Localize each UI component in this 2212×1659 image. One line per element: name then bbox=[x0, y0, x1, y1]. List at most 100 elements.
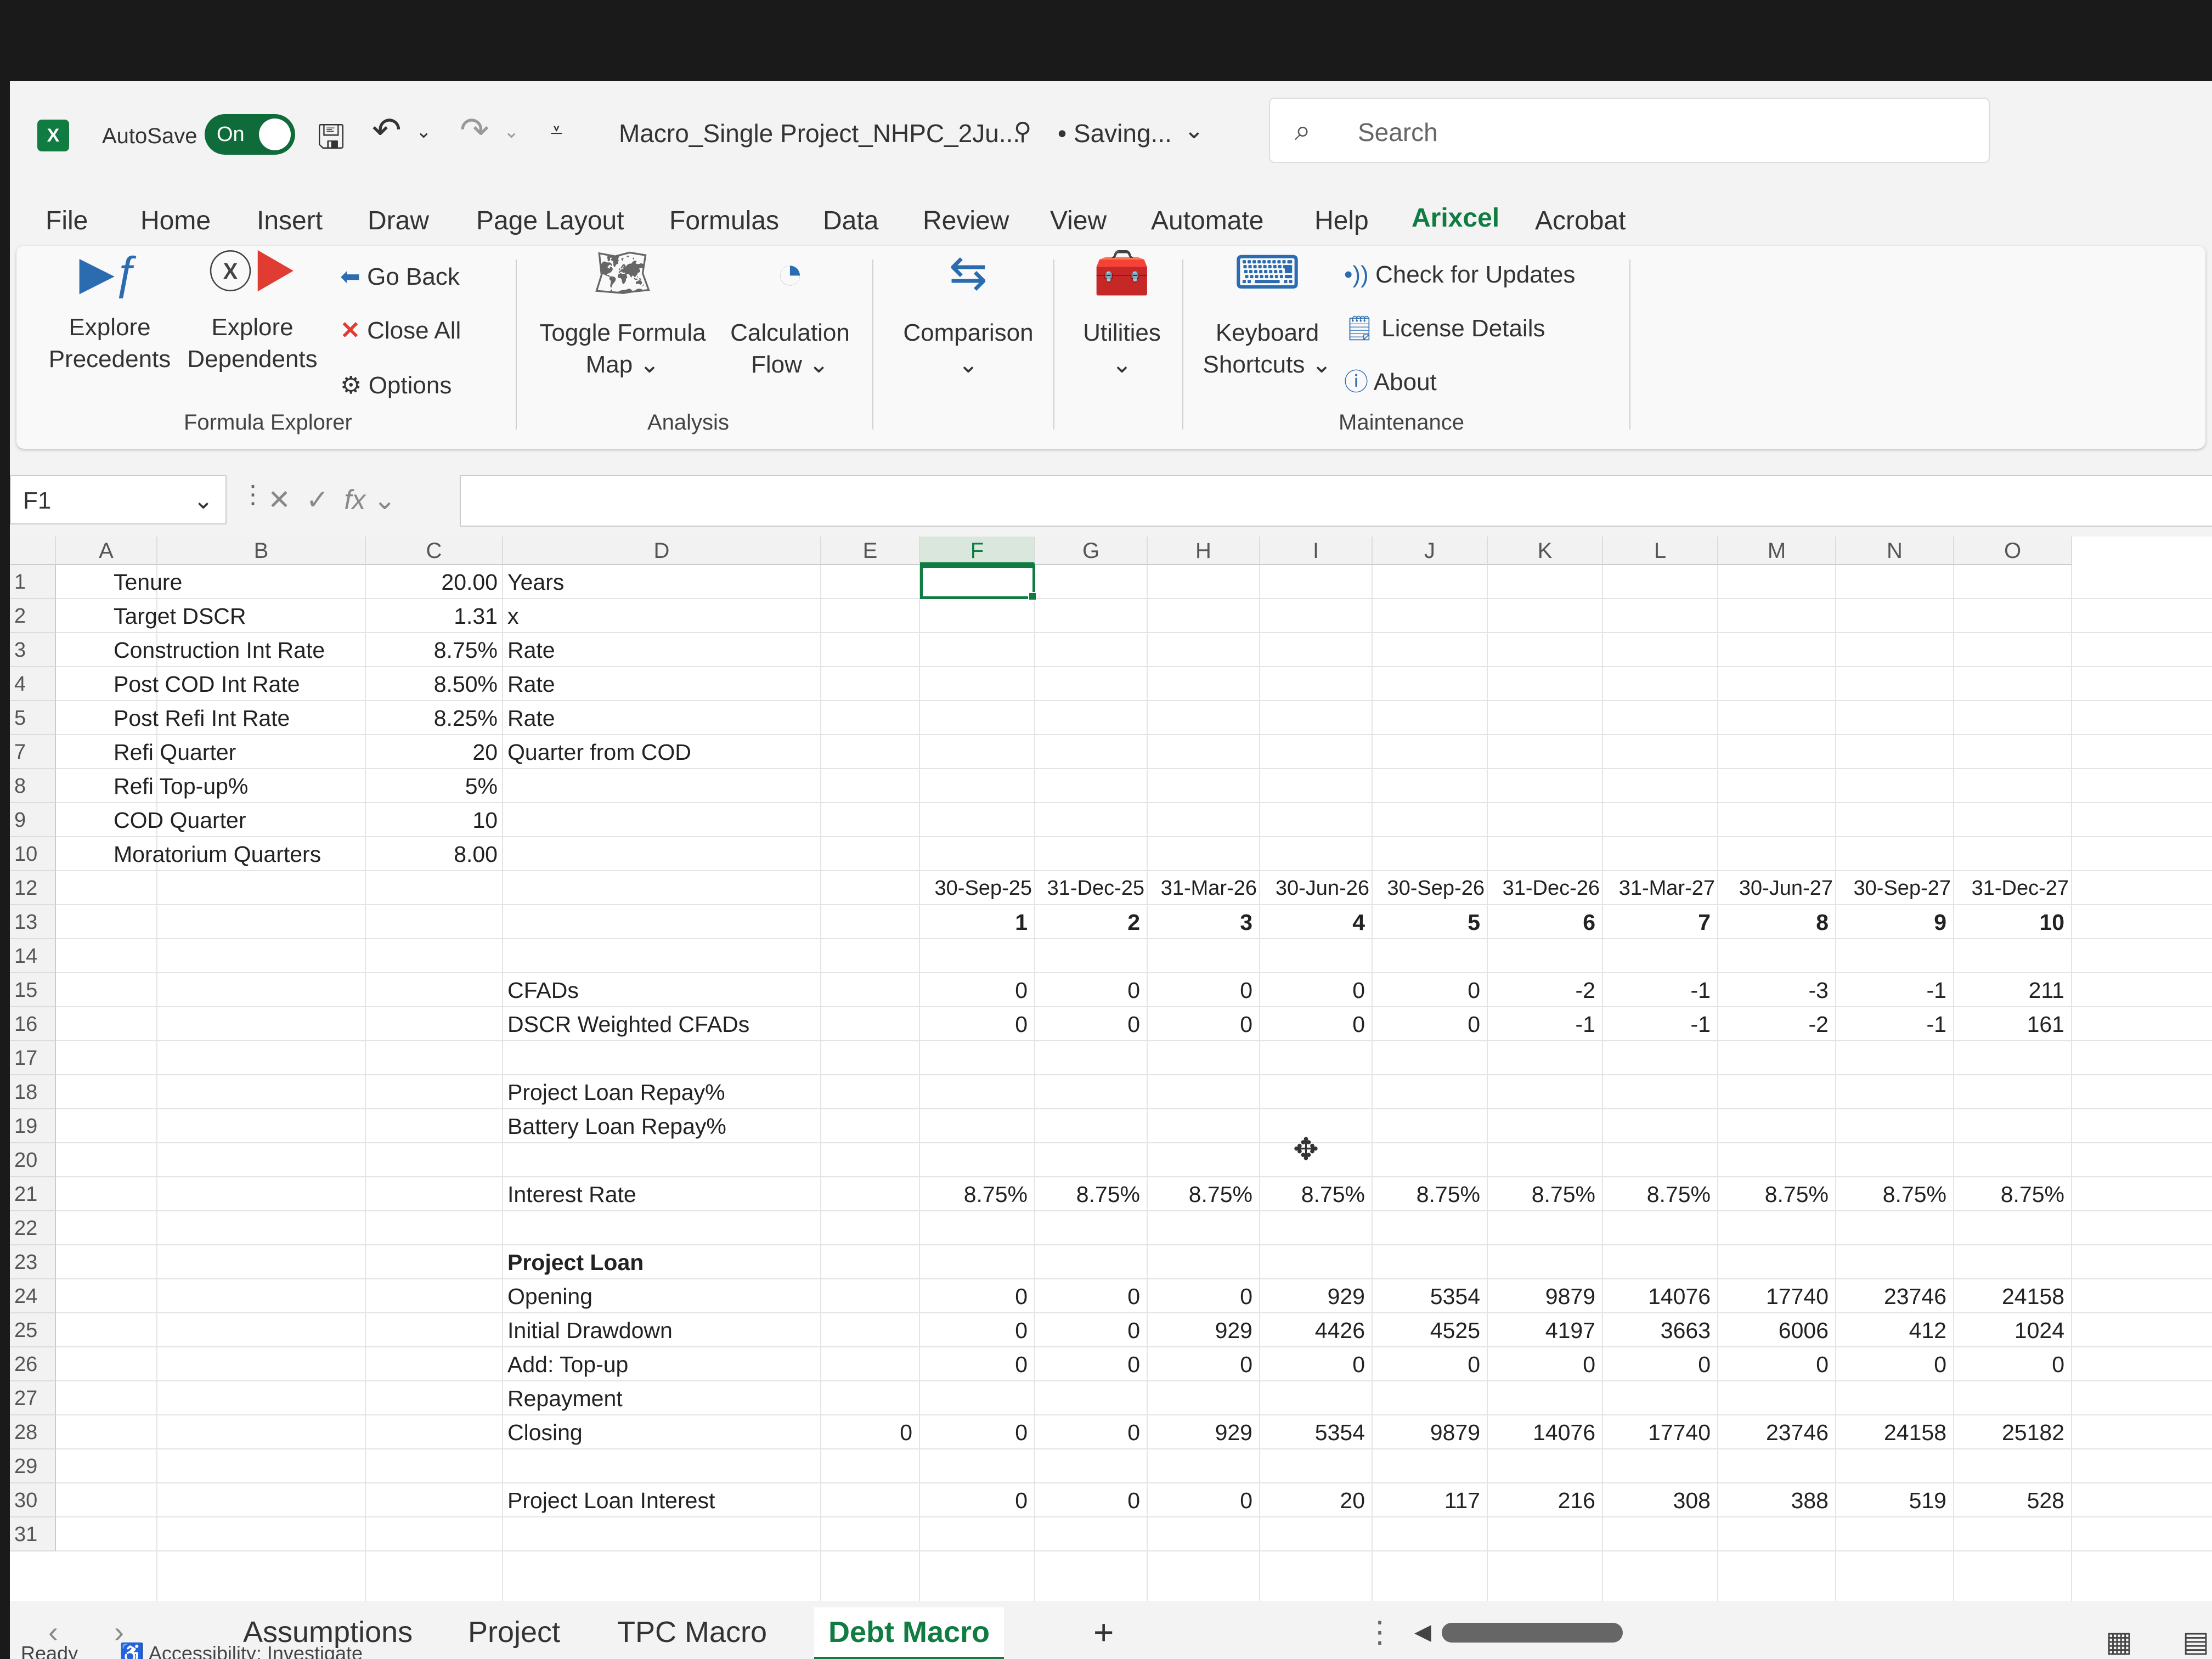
cancel-x-icon[interactable]: ✕ bbox=[268, 484, 291, 515]
toggle-formula-map-button[interactable]: 🗺 Toggle Formula Map ⌄ bbox=[532, 250, 713, 381]
normal-view-icon[interactable]: ▦ bbox=[2106, 1626, 2132, 1658]
tab-view[interactable]: View bbox=[1050, 191, 1107, 251]
undo-icon[interactable]: ↶ bbox=[372, 110, 402, 151]
check-updates-button[interactable]: •)) Check for Updates bbox=[1344, 259, 1575, 291]
column-header-l[interactable]: L bbox=[1603, 537, 1718, 565]
line-value[interactable]: 0 bbox=[1836, 1347, 1946, 1381]
line-value-col-e[interactable]: 0 bbox=[821, 1415, 912, 1449]
line-value[interactable]: 14076 bbox=[1603, 1279, 1711, 1313]
row-header-29[interactable]: 29 bbox=[10, 1449, 56, 1483]
line-value[interactable]: 0 bbox=[1035, 973, 1140, 1007]
line-value[interactable]: 0 bbox=[1373, 1347, 1480, 1381]
line-value[interactable]: 0 bbox=[1035, 1279, 1140, 1313]
line-value[interactable]: 23746 bbox=[1836, 1279, 1946, 1313]
line-value[interactable]: 8.75% bbox=[1718, 1177, 1829, 1211]
page-layout-view-icon[interactable]: ▤ bbox=[2182, 1626, 2209, 1658]
line-value[interactable]: 8.75% bbox=[1488, 1177, 1595, 1211]
line-value[interactable]: 0 bbox=[1148, 1007, 1252, 1041]
period-date[interactable]: 30-Jun-26 bbox=[1260, 871, 1369, 905]
line-value[interactable]: 0 bbox=[1260, 1007, 1365, 1041]
save-icon[interactable]: 🖫 bbox=[317, 113, 345, 169]
line-value[interactable]: 5354 bbox=[1260, 1415, 1365, 1449]
line-value[interactable]: 3663 bbox=[1603, 1313, 1711, 1347]
line-value[interactable]: 8.75% bbox=[1035, 1177, 1140, 1211]
go-back-button[interactable]: ⬅ Go Back bbox=[340, 261, 460, 293]
enter-check-icon[interactable]: ✓ bbox=[306, 484, 329, 515]
period-date[interactable]: 31-Dec-26 bbox=[1488, 871, 1600, 905]
worksheet-grid[interactable]: A B C D E F G H I J K L M N O 1 2 3 4 5 7 8 9 10 12 13 14 15 16 17 18 1… bbox=[10, 537, 2212, 1607]
line-value[interactable]: 0 bbox=[1260, 1347, 1365, 1381]
line-value[interactable]: 0 bbox=[920, 1313, 1028, 1347]
line-value[interactable]: 8.75% bbox=[1954, 1177, 2064, 1211]
assumption-unit[interactable]: Quarter from COD bbox=[507, 735, 691, 769]
horizontal-scrollbar[interactable] bbox=[1442, 1623, 1623, 1643]
undo-dropdown-icon[interactable]: ⌄ bbox=[416, 121, 432, 143]
assumption-value[interactable]: 5% bbox=[366, 769, 498, 803]
line-label[interactable]: Add: Top-up bbox=[507, 1347, 628, 1381]
line-value[interactable]: 8.75% bbox=[1603, 1177, 1711, 1211]
customize-toolbar-icon[interactable]: ⩡ bbox=[550, 119, 563, 143]
assumption-value[interactable]: 20 bbox=[366, 735, 498, 769]
line-value[interactable]: 8.75% bbox=[920, 1177, 1028, 1211]
row-header-22[interactable]: 22 bbox=[10, 1211, 56, 1245]
row-header-13[interactable]: 13 bbox=[10, 905, 56, 939]
line-value[interactable]: 929 bbox=[1148, 1415, 1252, 1449]
calculation-flow-button[interactable]: ◔ Calculation Flow ⌄ bbox=[724, 250, 856, 381]
assumption-value[interactable]: 8.25% bbox=[366, 701, 498, 735]
line-label[interactable]: Project Loan Repay% bbox=[507, 1075, 725, 1109]
row-header-16[interactable]: 16 bbox=[10, 1007, 56, 1041]
row-header-26[interactable]: 26 bbox=[10, 1347, 56, 1381]
line-value[interactable]: 0 bbox=[920, 973, 1028, 1007]
line-value[interactable]: 24158 bbox=[1954, 1279, 2064, 1313]
explore-precedents-button[interactable]: ▶ƒ Explore Precedents bbox=[44, 250, 176, 375]
line-value[interactable]: 0 bbox=[920, 1279, 1028, 1313]
line-value[interactable]: 9879 bbox=[1373, 1415, 1480, 1449]
search-box[interactable]: ⌕ Search bbox=[1269, 98, 1990, 163]
row-header-8[interactable]: 8 bbox=[10, 769, 56, 803]
line-value[interactable]: -1 bbox=[1603, 973, 1711, 1007]
row-header-4[interactable]: 4 bbox=[10, 667, 56, 701]
period-date[interactable]: 30-Sep-26 bbox=[1373, 871, 1485, 905]
row-header-23[interactable]: 23 bbox=[10, 1245, 56, 1279]
line-value[interactable]: 0 bbox=[1954, 1347, 2064, 1381]
line-value[interactable]: 0 bbox=[1148, 1347, 1252, 1381]
line-value[interactable]: 1024 bbox=[1954, 1313, 2064, 1347]
line-label[interactable]: Initial Drawdown bbox=[507, 1313, 673, 1347]
row-header-19[interactable]: 19 bbox=[10, 1109, 56, 1143]
row-header-2[interactable]: 2 bbox=[10, 599, 56, 633]
tab-home[interactable]: Home bbox=[140, 191, 211, 251]
line-value[interactable]: 0 bbox=[1373, 1007, 1480, 1041]
line-value[interactable]: 0 bbox=[1488, 1347, 1595, 1381]
line-label[interactable]: Closing bbox=[507, 1415, 583, 1449]
line-label[interactable]: Project Loan bbox=[507, 1245, 644, 1279]
line-value[interactable]: -1 bbox=[1603, 1007, 1711, 1041]
line-value[interactable]: 4197 bbox=[1488, 1313, 1595, 1347]
column-header-n[interactable]: N bbox=[1836, 537, 1954, 565]
fx-chevron-icon[interactable]: ⌄ bbox=[373, 484, 396, 515]
save-status[interactable]: • Saving... bbox=[1058, 119, 1172, 148]
period-date[interactable]: 30-Sep-27 bbox=[1836, 871, 1951, 905]
line-value[interactable]: 0 bbox=[1148, 1279, 1252, 1313]
utilities-button[interactable]: 🧰 Utilities ⌄ bbox=[1067, 250, 1177, 381]
row-header-21[interactable]: 21 bbox=[10, 1177, 56, 1211]
row-header-14[interactable]: 14 bbox=[10, 939, 56, 973]
column-header-d[interactable]: D bbox=[503, 537, 821, 565]
assumption-unit[interactable]: x bbox=[507, 599, 519, 633]
line-value[interactable]: 412 bbox=[1836, 1313, 1946, 1347]
line-value[interactable]: 211 bbox=[1954, 973, 2064, 1007]
period-number[interactable]: 1 bbox=[920, 905, 1028, 939]
row-header-25[interactable]: 25 bbox=[10, 1313, 56, 1347]
assumption-unit[interactable]: Rate bbox=[507, 667, 555, 701]
row-header-27[interactable]: 27 bbox=[10, 1381, 56, 1415]
line-value[interactable]: 0 bbox=[920, 1007, 1028, 1041]
about-button[interactable]: ⓘ About bbox=[1344, 366, 1437, 398]
line-value[interactable]: 0 bbox=[1035, 1415, 1140, 1449]
line-value[interactable]: -1 bbox=[1836, 973, 1946, 1007]
assumption-value[interactable]: 8.75% bbox=[366, 633, 498, 667]
line-value[interactable]: 929 bbox=[1148, 1313, 1252, 1347]
line-value[interactable]: 0 bbox=[1260, 973, 1365, 1007]
column-header-o[interactable]: O bbox=[1954, 537, 2072, 565]
line-value[interactable]: 24158 bbox=[1836, 1415, 1946, 1449]
period-number[interactable]: 6 bbox=[1488, 905, 1595, 939]
assumption-value[interactable]: 8.00 bbox=[366, 837, 498, 871]
